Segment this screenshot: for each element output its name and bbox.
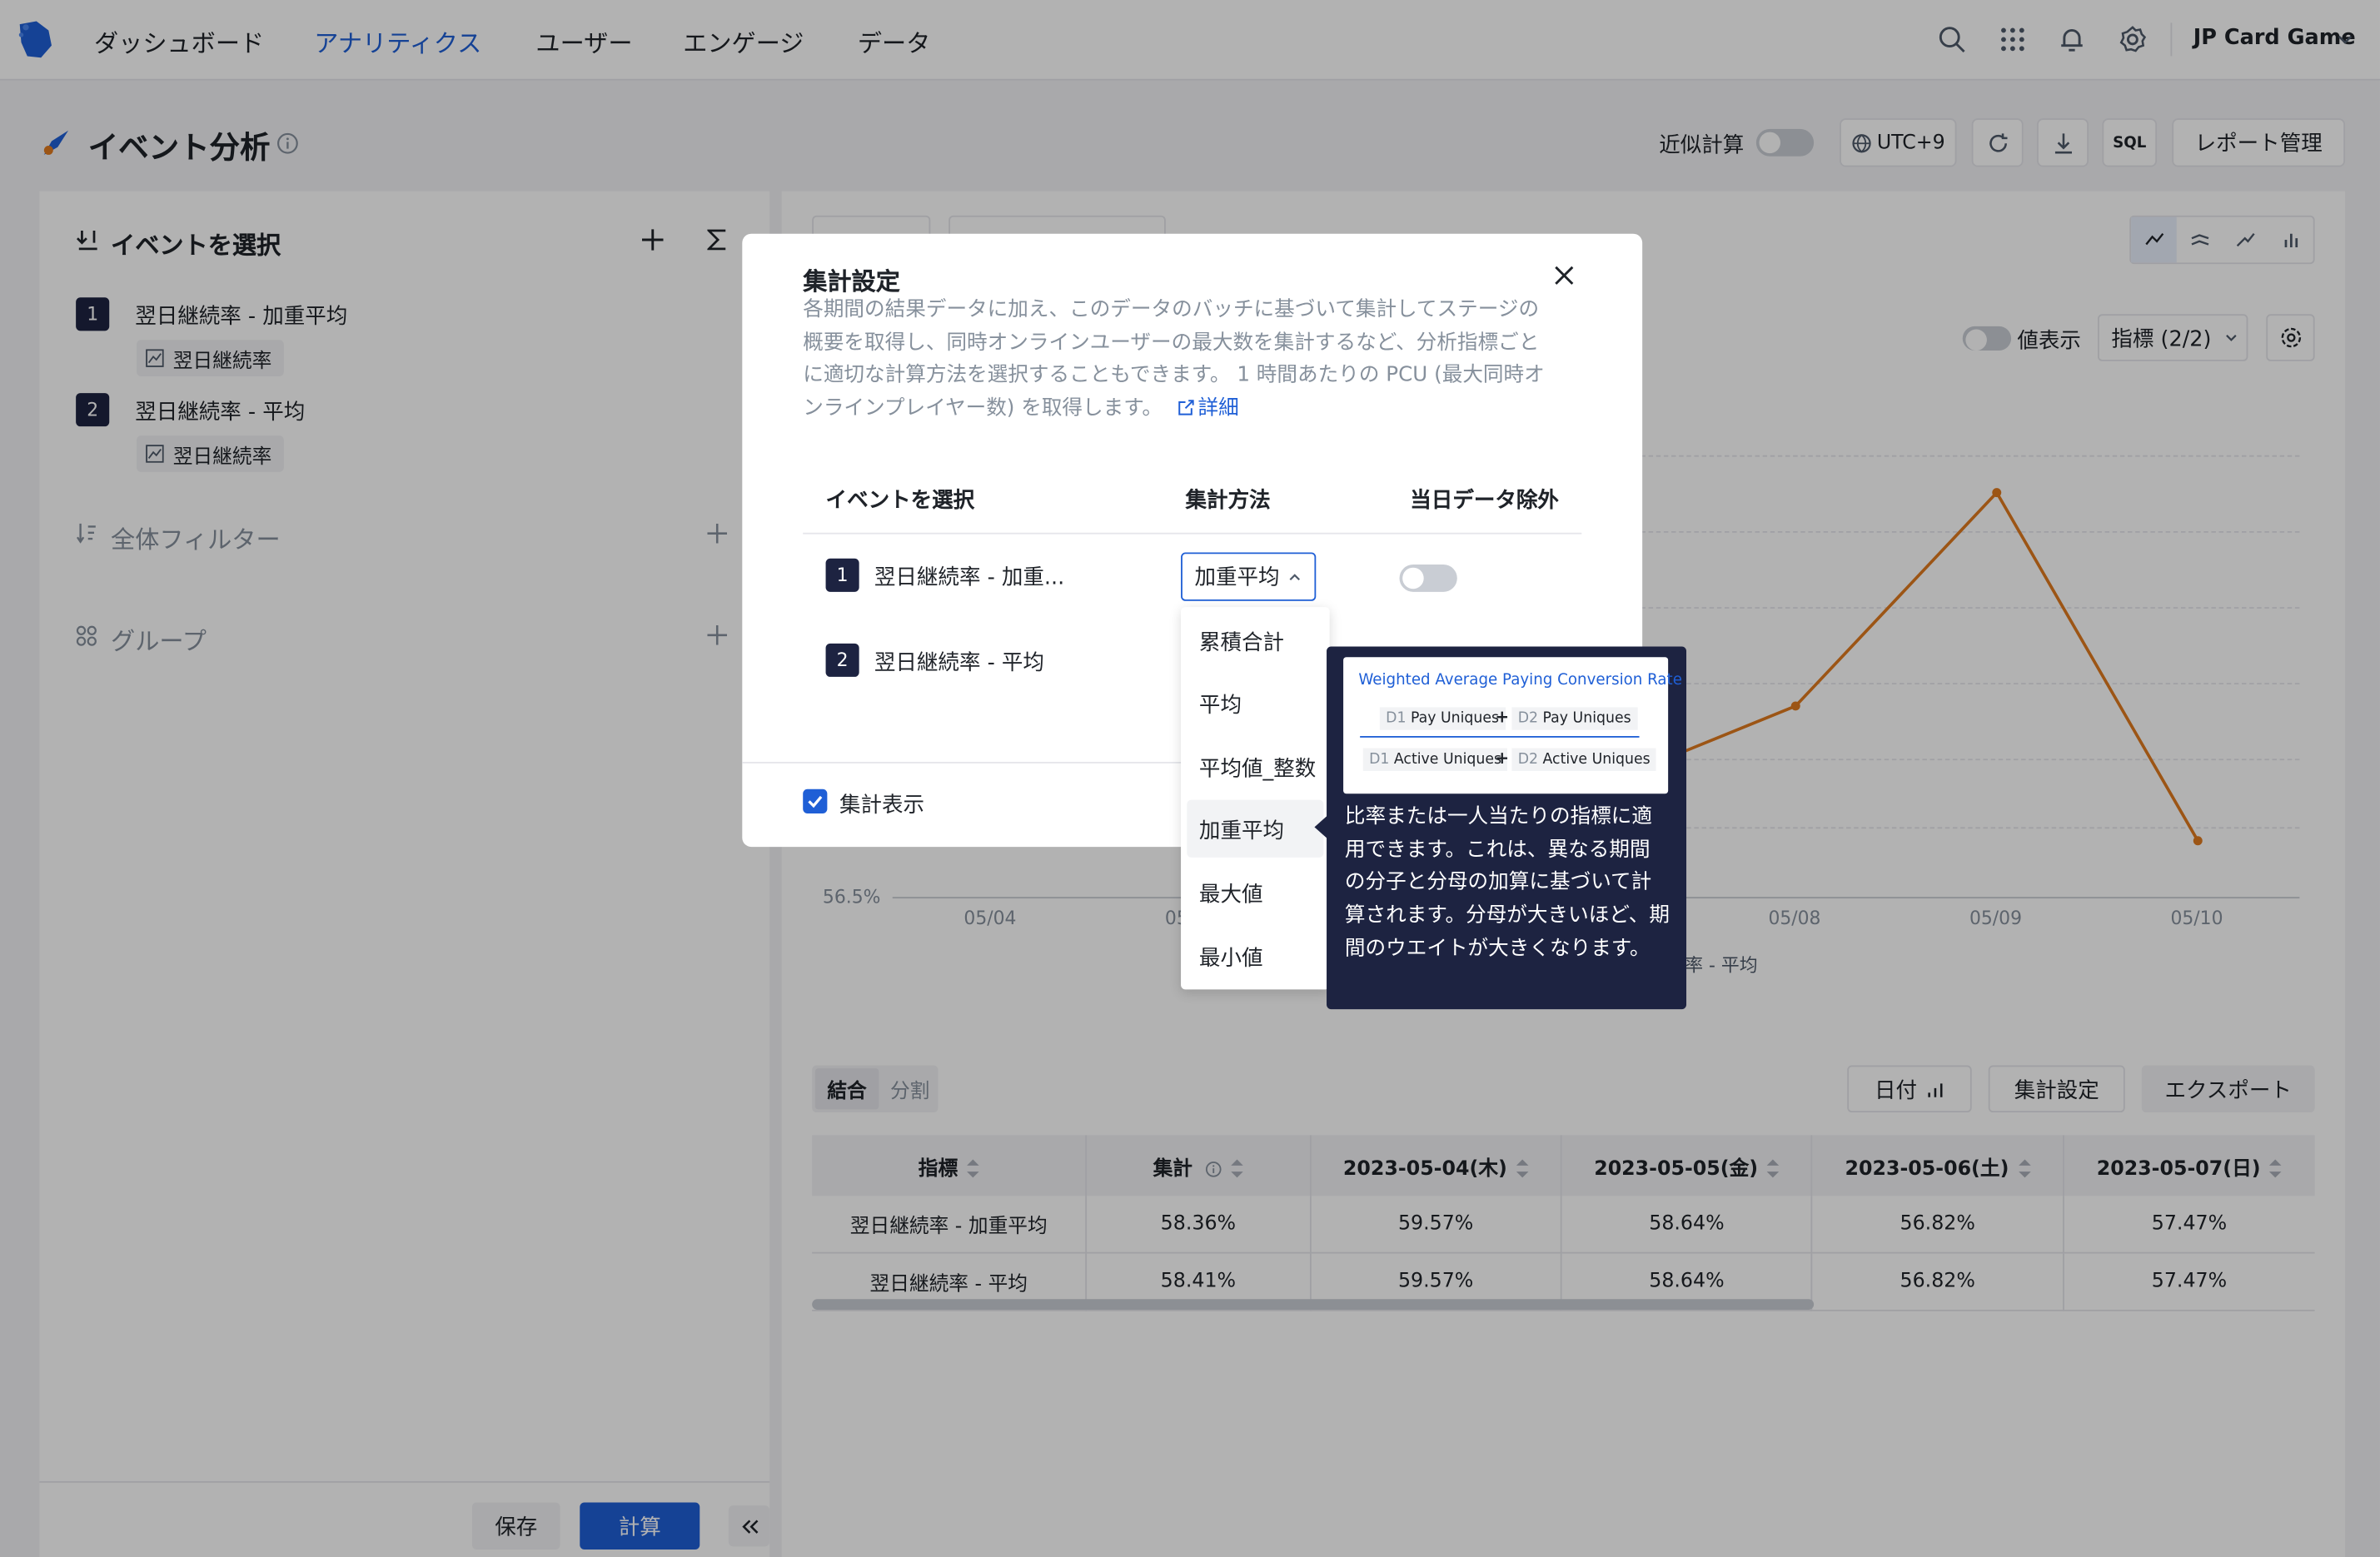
- method-select[interactable]: 加重平均: [1181, 552, 1317, 601]
- modal-event-name-1: 翌日継続率 - 加重...: [874, 565, 1065, 591]
- external-link-icon: [1178, 399, 1195, 415]
- token-label: Pay Uniques: [1410, 710, 1500, 728]
- detail-link-label: 詳細: [1197, 395, 1239, 420]
- detail-link[interactable]: 詳細: [1178, 395, 1239, 420]
- option-average[interactable]: 平均: [1199, 689, 1242, 719]
- formula-token: D1 Pay Uniques: [1379, 707, 1506, 730]
- column-method: 集計方法: [1185, 488, 1271, 514]
- formula-title: Weighted Average Paying Conversion Rate: [1358, 672, 1682, 689]
- page: ダッシュボード アナリティクス ユーザー エンゲージ データ JP Card G…: [0, 0, 2380, 1557]
- event-number-badge: 1: [825, 558, 859, 592]
- header-divider: [803, 532, 1582, 535]
- column-event: イベントを選択: [825, 488, 975, 514]
- option-max[interactable]: 最大値: [1199, 878, 1263, 908]
- modal-event-name-2: 翌日継続率 - 平均: [874, 650, 1044, 676]
- chevron-up-icon: [1289, 574, 1301, 581]
- method-dropdown: 累積合計 平均 平均値_整数 加重平均 最大値 最小値: [1181, 607, 1330, 990]
- option-weighted-average[interactable]: 加重平均: [1199, 815, 1284, 845]
- option-average-integer[interactable]: 平均値_整数: [1199, 753, 1316, 783]
- close-icon[interactable]: [1554, 266, 1574, 286]
- event-number-badge: 2: [825, 643, 859, 677]
- description-text: 各期間の結果データに加え、このデータのバッチに基づいて集計してステージの概要を取…: [803, 297, 1545, 420]
- weighted-average-tooltip: Weighted Average Paying Conversion Rate …: [1327, 646, 1687, 1010]
- token-label: Active Uniques: [1393, 751, 1502, 769]
- method-select-value: 加重平均: [1194, 565, 1280, 591]
- token-label: Active Uniques: [1542, 751, 1651, 769]
- day-label: D1: [1386, 710, 1407, 728]
- day-label: D2: [1517, 710, 1539, 728]
- formula-token: D2 Pay Uniques: [1511, 707, 1637, 730]
- day-label: D1: [1369, 751, 1390, 769]
- check-icon: [808, 795, 823, 808]
- option-min[interactable]: 最小値: [1199, 943, 1263, 973]
- modal-description: 各期間の結果データに加え、このデータのバッチに基づいて集計してステージの概要を取…: [803, 295, 1546, 425]
- plus-sign: +: [1495, 707, 1510, 728]
- modal-title: 集計設定: [803, 266, 900, 296]
- tooltip-text: 比率または一人当たりの指標に適用できます。これは、異なる期間の分子と分母の加算に…: [1344, 804, 1670, 961]
- formula-card: Weighted Average Paying Conversion Rate …: [1343, 657, 1682, 794]
- exclude-today-toggle[interactable]: [1399, 565, 1457, 592]
- formula-token: D2 Active Uniques: [1511, 748, 1656, 771]
- plus-sign: +: [1495, 748, 1510, 769]
- show-total-label: 集計表示: [839, 793, 925, 818]
- fraction-line: [1360, 736, 1640, 738]
- formula-token: D1 Active Uniques: [1362, 748, 1508, 771]
- option-cumulative-sum[interactable]: 累積合計: [1199, 627, 1284, 657]
- show-total-checkbox[interactable]: [803, 788, 828, 813]
- column-exclude-today: 当日データ除外: [1410, 488, 1559, 514]
- token-label: Pay Uniques: [1542, 710, 1631, 728]
- day-label: D2: [1517, 751, 1539, 769]
